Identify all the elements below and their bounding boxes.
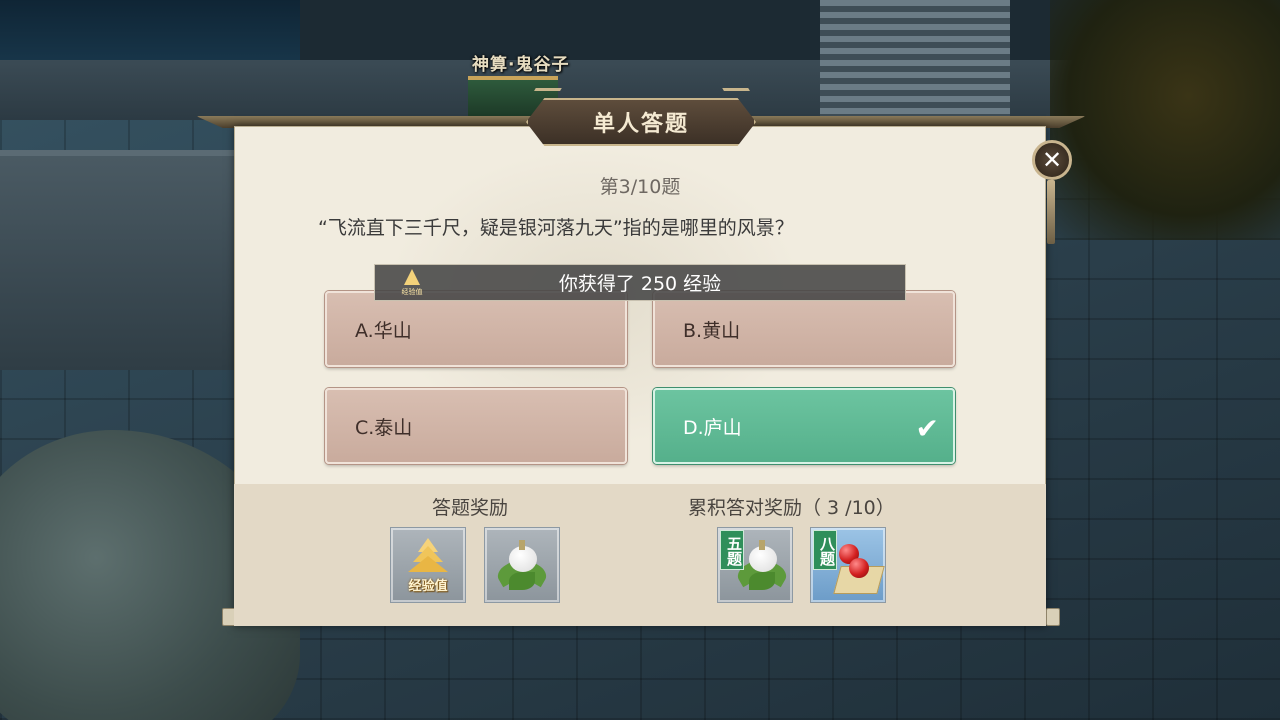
answer-option-c[interactable]: C.泰山 (325, 388, 627, 464)
reward-section (234, 484, 1046, 626)
scene-bridge (0, 150, 240, 370)
exp-item-label: 经验值 (408, 579, 448, 594)
reward-slot-zongzi[interactable] (484, 527, 560, 603)
exp-icon-label: 经验值 (401, 288, 423, 296)
reward-slot-eight-questions[interactable]: 八题 (810, 527, 886, 603)
answer-option-a[interactable]: A.华山 (325, 291, 627, 367)
exp-gain-toast: 经验值 你获得了 250 经验 (374, 264, 906, 301)
cumulative-reward-title: 累积答对奖励（ 3 /10） (688, 497, 895, 519)
milestone-tag: 八题 (813, 530, 837, 570)
answer-option-d[interactable]: D.庐山 ✔ (653, 388, 955, 464)
answer-option-b[interactable]: B.黄山 (653, 291, 955, 367)
close-icon: ✕ (1041, 146, 1063, 174)
question-text: “飞流直下三千尺，疑是银河落九天”指的是哪里的风景？ (318, 217, 794, 239)
checkmark-icon: ✔ (915, 412, 939, 445)
close-button-tassel (1047, 180, 1055, 244)
exp-icon: 经验值 (397, 267, 427, 299)
reward-slot-five-questions[interactable]: 五题 (717, 527, 793, 603)
dialog-title: 单人答题 (592, 112, 689, 137)
scene-tree (1050, 0, 1280, 240)
scene-stairs (820, 0, 1010, 120)
answer-option-label: A.华山 (355, 319, 412, 342)
reward-slot-exp[interactable]: 经验值 (390, 527, 466, 603)
answer-option-label: C.泰山 (355, 416, 413, 439)
answer-option-label: D.庐山 (683, 416, 742, 439)
answer-option-label: B.黄山 (683, 319, 741, 342)
red-berries-icon (829, 538, 885, 598)
npc-name-label[interactable]: 神算·鬼谷子 (472, 50, 569, 75)
dialog-title-plaque: 单人答题 (526, 98, 756, 146)
toast-message: 你获得了 250 经验 (558, 273, 722, 295)
scroll-end-right (1046, 608, 1060, 626)
question-number: 第3/10题 (599, 176, 681, 198)
answer-reward-title: 答题奖励 (432, 497, 509, 519)
milestone-tag: 五题 (720, 530, 744, 570)
zongzi-icon (494, 538, 550, 592)
